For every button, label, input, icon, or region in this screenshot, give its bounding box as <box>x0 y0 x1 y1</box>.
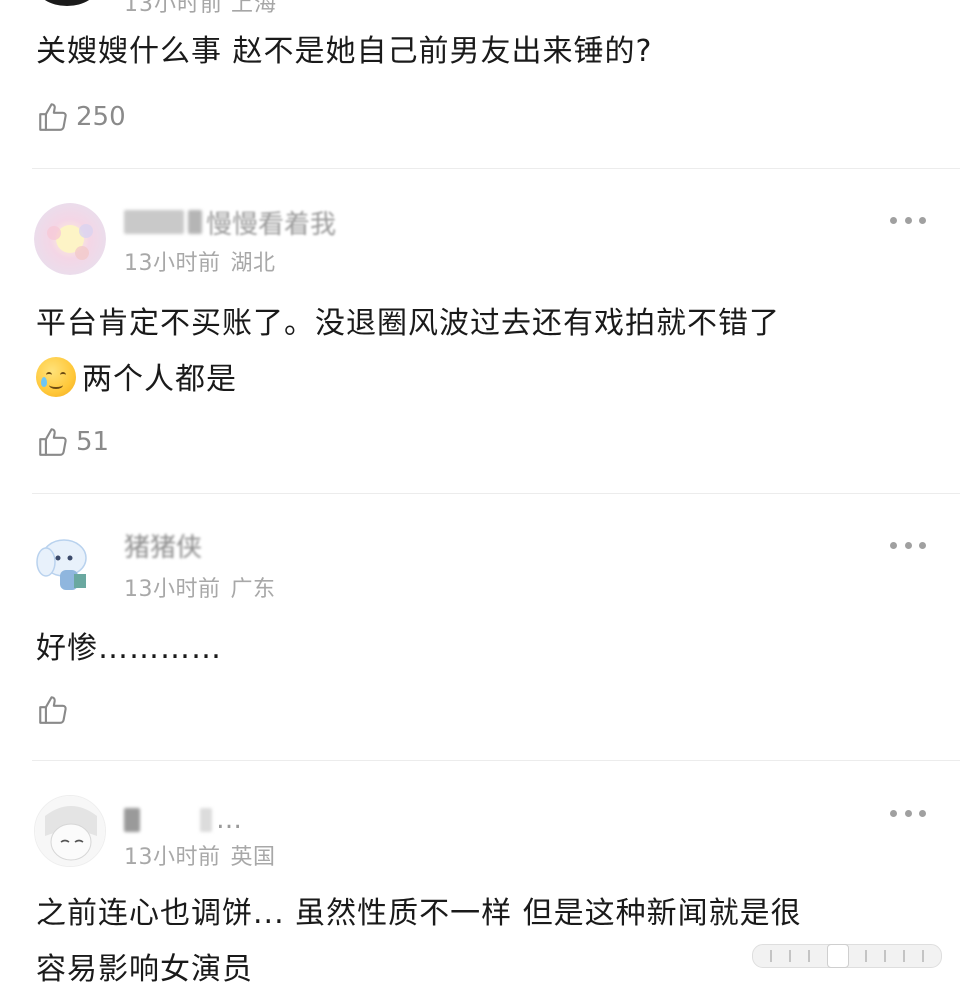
username[interactable]: 猪猪侠 <box>124 528 203 563</box>
comment-text: 平台肯定不买账了。没退圈风波过去还有戏拍就不错了 两个人都是 <box>36 296 780 408</box>
comment-text-line: 两个人都是 <box>82 362 237 397</box>
username-text: 猪猪侠 <box>124 532 203 563</box>
scrollbar-thumb[interactable] <box>826 944 849 968</box>
username[interactable]: 慢慢看着我 <box>124 205 337 240</box>
thumbs-up-icon <box>36 425 70 459</box>
comment-location: 湖北 <box>230 251 276 276</box>
more-dots-icon[interactable] <box>890 808 926 818</box>
avatar[interactable] <box>34 528 106 600</box>
comment-text: 好惨………… <box>36 631 222 666</box>
comment-time: 13小时前 <box>124 577 221 602</box>
comment-meta: 13小时前 英国 <box>124 839 276 871</box>
avatar[interactable] <box>34 203 106 275</box>
comment-text-line: 容易影响女演员 <box>36 952 253 987</box>
comment-location: 广东 <box>230 577 276 602</box>
username-text: … <box>216 805 242 835</box>
more-dots-icon[interactable] <box>890 215 926 225</box>
divider <box>32 168 960 169</box>
comment-meta: 13小时前 广东 <box>124 571 276 603</box>
avatar[interactable] <box>34 795 106 867</box>
like-count: 51 <box>76 427 110 457</box>
horizontal-scrollbar[interactable] <box>752 944 942 968</box>
comment-time: 13小时前 <box>124 845 221 870</box>
like-count: 250 <box>76 102 126 132</box>
comment-location: 英国 <box>230 845 276 870</box>
thumbs-up-icon <box>36 693 70 727</box>
comment-meta: 13小时前 湖北 <box>124 245 276 277</box>
thumbs-up-icon <box>36 100 70 134</box>
comment-text-line: 平台肯定不买账了。没退圈风波过去还有戏拍就不错了 <box>36 306 780 341</box>
comment-text: 之前连心也调饼... 虽然性质不一样 但是这种新闻就是很 容易影响女演员 <box>36 886 802 998</box>
like-button[interactable]: 250 <box>36 97 126 137</box>
avatar[interactable] <box>36 0 98 6</box>
crying-smile-emoji-icon <box>36 357 76 397</box>
comment-meta: 13小时前 上海 <box>124 0 277 17</box>
divider <box>32 760 960 761</box>
username-text: 慢慢看着我 <box>206 209 337 240</box>
comment-text-line: 之前连心也调饼... 虽然性质不一样 但是这种新闻就是很 <box>36 896 802 931</box>
divider <box>32 493 960 494</box>
like-button[interactable]: 51 <box>36 422 109 462</box>
comment-time: 13小时前 <box>124 251 221 276</box>
comment-text: 关嫂嫂什么事 赵不是她自己前男友出来锤的? <box>36 34 653 69</box>
like-button[interactable] <box>36 690 76 730</box>
more-dots-icon[interactable] <box>890 540 926 550</box>
username[interactable]: … <box>124 803 242 837</box>
